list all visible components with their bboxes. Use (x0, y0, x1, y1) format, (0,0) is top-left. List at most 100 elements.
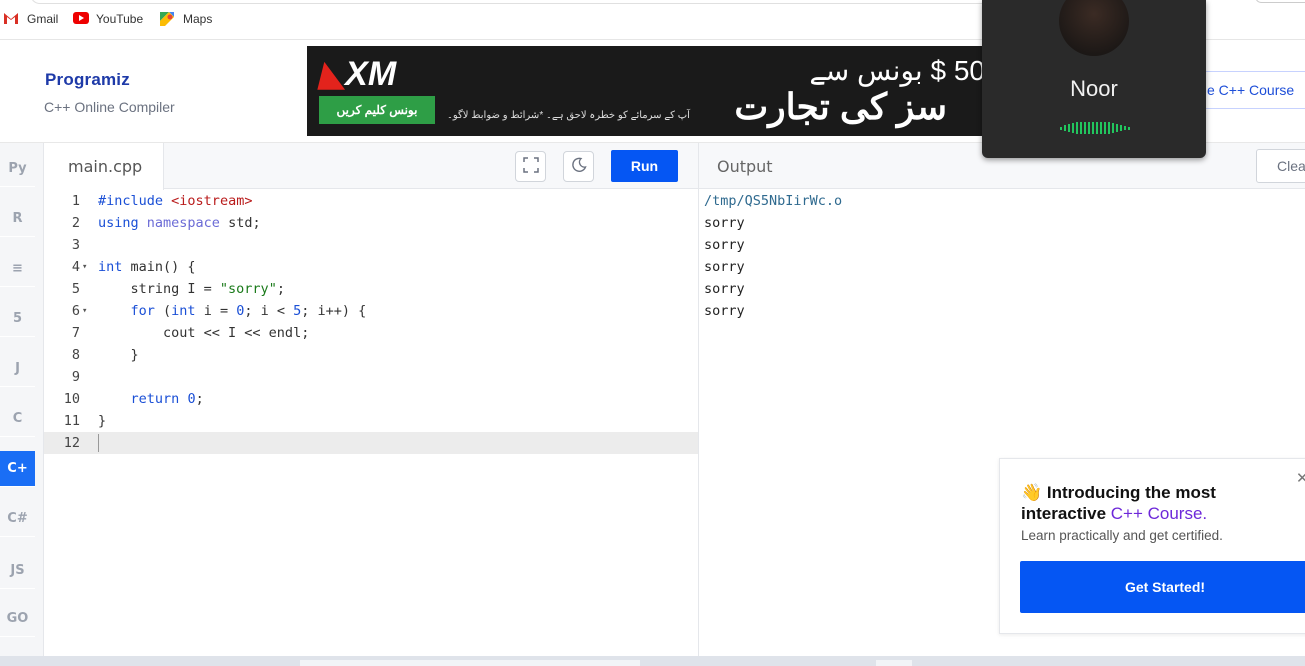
code-text: using namespace std; (98, 215, 261, 231)
code-line[interactable]: 11} (44, 410, 698, 432)
pane-divider[interactable] (698, 143, 699, 656)
output-line: sorry (704, 259, 745, 275)
text-cursor (98, 434, 99, 452)
lang-sql[interactable]: ≡ (0, 251, 35, 287)
bookmark-label: Maps (183, 12, 213, 26)
fullscreen-icon (522, 156, 539, 177)
taskbar-segment (300, 660, 640, 666)
xm-logo: ◣XM (319, 55, 397, 93)
tab-main-cpp[interactable]: main.cpp (44, 143, 164, 190)
line-number: 5 (71, 281, 80, 297)
code-text: cout << I << endl; (98, 325, 310, 341)
promo-title-text: Introducing the most (1046, 483, 1216, 502)
output-console: /tmp/QS5NbIirWc.o sorry sorry sorry sorry sor… (704, 190, 842, 322)
code-text: } (98, 347, 139, 363)
maps-icon (160, 12, 176, 26)
output-line: sorry (704, 303, 745, 319)
ad-headline-2: سز کی تجارت (734, 86, 947, 127)
js-icon: JS (10, 563, 25, 578)
ad-banner[interactable]: ◣XM بونس کلیم کریں آپ کے سرمائے کو خطرہ … (307, 46, 987, 136)
youtube-icon (73, 12, 89, 26)
code-editor[interactable]: 1 #include <iostream> 2 using namespace std… (44, 190, 698, 656)
code-line[interactable]: 4 ▾ int main() { (44, 256, 698, 278)
code-line[interactable]: 6 ▾ for (int i = 0; i < 5; i++) { (44, 300, 698, 322)
address-bar-edge[interactable] (30, 0, 1030, 4)
editor-toolbar: main.cpp Run (44, 143, 698, 190)
sql-icon: ≡ (12, 261, 23, 276)
fold-icon[interactable]: ▾ (82, 300, 87, 322)
xm-brand: XM (345, 55, 397, 93)
code-line[interactable]: 7 cout << I << endl; (44, 322, 698, 344)
bookmark-maps[interactable]: Maps (160, 12, 212, 26)
run-button[interactable]: Run (611, 150, 678, 182)
gmail-icon (4, 12, 20, 26)
clear-button[interactable]: Clea (1256, 149, 1305, 183)
bookmark-gmail[interactable]: Gmail (4, 12, 58, 26)
code-text: int main() { (98, 259, 196, 275)
programiz-logo[interactable]: Programiz (45, 70, 130, 90)
taskbar-segment (876, 660, 912, 666)
lang-html[interactable]: 5 (0, 301, 35, 337)
fullscreen-button[interactable] (515, 151, 546, 182)
lang-java[interactable]: J (0, 351, 35, 387)
language-rail: Py R ≡ 5 J C C+ C# JS GO (0, 143, 44, 666)
get-started-button[interactable]: Get Started! (1020, 561, 1305, 613)
lang-js[interactable]: JS (0, 553, 35, 589)
line-number: 12 (63, 435, 80, 451)
code-line[interactable]: 1 #include <iostream> (44, 190, 698, 212)
line-number: 11 (63, 413, 80, 429)
logo-text: Programiz (45, 70, 130, 89)
r-icon: R (12, 211, 23, 226)
csharp-icon: C# (7, 511, 28, 526)
lang-c[interactable]: C (0, 401, 35, 437)
cpp-course-button[interactable]: e C++ Course (1190, 71, 1305, 109)
code-line[interactable]: 3 (44, 234, 698, 256)
ad-claim-button[interactable]: بونس کلیم کریں (319, 96, 435, 124)
code-text: for (int i = 0; i < 5; i++) { (130, 303, 367, 319)
output-line: sorry (704, 215, 745, 231)
audio-wave-icon (1060, 122, 1130, 134)
code-line[interactable]: 9 (44, 366, 698, 388)
line-number: 4 (71, 259, 80, 275)
fold-icon[interactable]: ▾ (82, 256, 87, 278)
moon-icon (571, 157, 587, 177)
line-number: 6 (71, 303, 80, 319)
output-title: Output (717, 157, 773, 176)
promo-title-pre: interactive (1021, 504, 1111, 523)
java-icon: J (15, 361, 20, 376)
close-icon[interactable]: ✕ (1296, 469, 1305, 487)
lang-cpp[interactable]: C+ (0, 451, 35, 487)
code-text: } (98, 413, 107, 429)
theme-toggle-button[interactable] (563, 151, 594, 182)
python-icon: Py (8, 161, 27, 176)
course-promo-card: ✕ 👋 Introducing the most interactive C++… (999, 458, 1305, 634)
code-text: return 0; (130, 391, 204, 407)
line-number: 9 (71, 369, 80, 385)
code-line[interactable]: 10 return 0; (44, 388, 698, 410)
output-line: sorry (704, 237, 745, 253)
video-call-overlay[interactable]: Noor (982, 0, 1206, 158)
bookmark-youtube[interactable]: YouTube (73, 12, 143, 26)
lang-csharp[interactable]: C# (0, 501, 35, 537)
promo-subtitle: Learn practically and get certified. (1021, 528, 1223, 543)
page-subtitle: C++ Online Compiler (44, 99, 175, 115)
code-line[interactable]: 5 string I = "sorry"; (44, 278, 698, 300)
code-text: string I = "sorry"; (98, 281, 285, 297)
code-line[interactable]: 2 using namespace std; (44, 212, 698, 234)
lang-python[interactable]: Py (0, 151, 35, 187)
code-line[interactable]: 8 } (44, 344, 698, 366)
ad-headline-1: 50 $ بونس سے (809, 55, 985, 86)
profile-pill[interactable] (1255, 0, 1305, 3)
lang-go[interactable]: GO (0, 601, 35, 637)
lang-r[interactable]: R (0, 201, 35, 237)
output-line: sorry (704, 281, 745, 297)
promo-title-line1: 👋 Introducing the most (1021, 483, 1216, 503)
go-icon: GO (6, 611, 29, 626)
promo-title-line2: interactive C++ Course. (1021, 504, 1207, 524)
code-line[interactable]: 12 (44, 432, 698, 454)
bookmark-label: YouTube (96, 12, 144, 26)
avatar (1059, 0, 1129, 56)
code-text: #include <iostream> (98, 193, 253, 209)
line-number: 10 (63, 391, 80, 407)
line-number: 7 (71, 325, 80, 341)
